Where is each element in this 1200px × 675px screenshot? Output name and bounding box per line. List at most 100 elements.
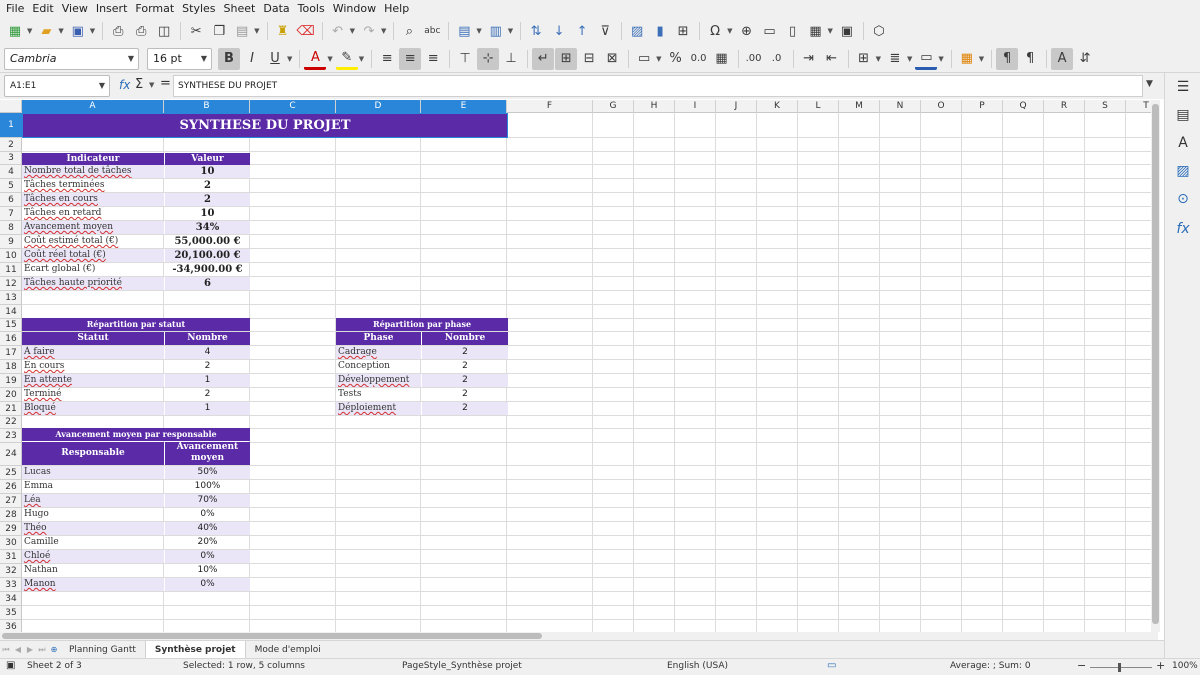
special-character-icon[interactable]: Ω <box>704 20 726 42</box>
undo-dropdown-icon[interactable]: ▼ <box>350 27 355 35</box>
properties-icon[interactable]: ▤ <box>1173 105 1193 125</box>
row-header-25[interactable]: 25 <box>0 466 22 480</box>
status-row-value[interactable]: 1 <box>165 374 250 387</box>
underline-dropdown-icon[interactable]: ▼ <box>287 55 292 63</box>
phase-row-value[interactable]: 2 <box>422 346 508 359</box>
spreadsheet-grid[interactable]: ABCDEFGHIJKLMNOPQRST 1 2 3 4 5 6 7 8 9 10 11 12 13 14… <box>0 100 1158 632</box>
menu-edit[interactable]: Edit <box>30 0 59 17</box>
formula-equals-icon[interactable]: = <box>160 76 171 91</box>
owner-row-label[interactable]: Nathan <box>22 564 164 577</box>
previous-sheet-icon[interactable]: ◀ <box>12 645 24 654</box>
owner-header-label[interactable]: Responsable <box>22 442 164 465</box>
summary-row-label[interactable]: Coût estimé total (€) <box>22 235 164 248</box>
print-icon[interactable]: ⎙ <box>130 20 152 42</box>
status-row-label[interactable]: À faire <box>22 346 164 359</box>
zoom-out-button[interactable]: − <box>1077 659 1086 672</box>
italic-button[interactable]: I <box>241 48 263 70</box>
border-color-icon[interactable]: ▭ <box>915 48 938 70</box>
spelling-icon[interactable]: abc <box>421 20 443 42</box>
owner-section-title[interactable]: Avancement moyen par responsable <box>22 428 250 441</box>
currency-format-icon[interactable]: ▭ <box>633 48 655 70</box>
row-header-9[interactable]: 9 <box>0 235 22 249</box>
menu-window[interactable]: Window <box>331 0 382 17</box>
status-header-value[interactable]: Nombre <box>165 332 250 345</box>
column-header-n[interactable]: N <box>880 100 921 113</box>
select-all-corner[interactable] <box>0 100 22 113</box>
comment-icon[interactable]: ▭ <box>759 20 781 42</box>
owner-row-value[interactable]: 20% <box>165 536 250 549</box>
owner-row-value[interactable]: 40% <box>165 522 250 535</box>
cut-icon[interactable]: ✂ <box>185 20 207 42</box>
owner-row-label[interactable]: Théo <box>22 522 164 535</box>
percent-format-button[interactable]: % <box>665 48 687 70</box>
summary-row-label[interactable]: Coût réel total (€) <box>22 249 164 262</box>
summary-row-value[interactable]: -34,900.00 € <box>165 263 250 276</box>
menu-help[interactable]: Help <box>382 0 415 17</box>
column-icon[interactable]: ▥ <box>485 20 507 42</box>
menu-format[interactable]: Format <box>133 0 180 17</box>
font-color-icon[interactable]: A <box>304 48 327 70</box>
formula-input[interactable]: SYNTHESE DU PROJET <box>173 75 1143 97</box>
row-header-26[interactable]: 26 <box>0 480 22 494</box>
align-center-icon[interactable]: ≡ <box>399 47 422 70</box>
number-format-button[interactable]: 0.0 <box>688 48 710 70</box>
define-print-area-icon[interactable]: ▦ <box>805 20 827 42</box>
first-sheet-icon[interactable]: ⏮ <box>0 645 12 655</box>
document-modified-icon[interactable]: ▣ <box>6 660 15 671</box>
status-row-label[interactable]: Bloqué <box>22 402 164 415</box>
summary-row-label[interactable]: Nombre total de tâches <box>22 165 164 178</box>
summary-row-label[interactable]: Avancement moyen <box>22 221 164 234</box>
autofilter-icon[interactable]: ⊽ <box>594 20 616 42</box>
summary-row-value[interactable]: 10 <box>165 207 250 220</box>
paste-dropdown-icon[interactable]: ▼ <box>254 27 259 35</box>
status-section-title[interactable]: Répartition par statut <box>22 318 250 331</box>
row-header-29[interactable]: 29 <box>0 522 22 536</box>
hyperlink-icon[interactable]: ⊕ <box>736 20 758 42</box>
owner-row-value[interactable]: 0% <box>165 508 250 521</box>
copy-icon[interactable]: ❐ <box>208 20 230 42</box>
phase-row-label[interactable]: Développement <box>336 374 421 387</box>
summary-row-value[interactable]: 2 <box>165 193 250 206</box>
row-header-14[interactable]: 14 <box>0 305 22 319</box>
status-row-label[interactable]: En attente <box>22 374 164 387</box>
insert-chart-icon[interactable]: ▮ <box>649 20 671 42</box>
save-dropdown-icon[interactable]: ▼ <box>90 27 95 35</box>
tab-synthese-projet[interactable]: Synthèse projet <box>144 640 246 659</box>
row-header-21[interactable]: 21 <box>0 402 22 416</box>
highlight-color-icon[interactable]: ✎ <box>335 48 358 70</box>
owner-row-label[interactable]: Camille <box>22 536 164 549</box>
save-icon[interactable]: ▣ <box>67 20 89 42</box>
tab-mode-emploi[interactable]: Mode d'emploi <box>246 641 330 659</box>
special-character-dropdown-icon[interactable]: ▼ <box>727 27 732 35</box>
column-header-s[interactable]: S <box>1085 100 1126 113</box>
row-header-20[interactable]: 20 <box>0 388 22 402</box>
row-icon[interactable]: ▤ <box>453 20 475 42</box>
font-name-combo[interactable]: Cambria ▼ <box>4 47 139 70</box>
row-header-36[interactable]: 36 <box>0 620 22 632</box>
row-header-15[interactable]: 15 <box>0 319 22 332</box>
find-replace-icon[interactable]: ⌕ <box>398 20 420 42</box>
summary-row-value[interactable]: 34% <box>165 221 250 234</box>
owner-row-label[interactable]: Emma <box>22 480 164 493</box>
zoom-in-button[interactable]: + <box>1156 659 1165 672</box>
row-header-19[interactable]: 19 <box>0 374 22 388</box>
zoom-slider[interactable] <box>1090 667 1152 668</box>
column-header-r[interactable]: R <box>1044 100 1085 113</box>
last-sheet-icon[interactable]: ⏭ <box>36 645 48 655</box>
export-pdf-icon[interactable]: ⎙ <box>107 20 129 42</box>
border-style-dropdown-icon[interactable]: ▼ <box>907 55 912 63</box>
horizontal-scrollbar[interactable] <box>0 632 1158 640</box>
merge-cells-icon[interactable]: ⊟ <box>578 48 600 70</box>
hamburger-menu-icon[interactable]: ☰ <box>1173 77 1193 97</box>
column-header-f[interactable]: F <box>507 100 593 113</box>
row-header-3[interactable]: 3 <box>0 152 22 165</box>
summary-row-value[interactable]: 55,000.00 € <box>165 235 250 248</box>
horizontal-scroll-thumb[interactable] <box>2 633 542 639</box>
menu-sheet[interactable]: Sheet <box>222 0 262 17</box>
menu-view[interactable]: View <box>60 0 94 17</box>
align-middle-icon[interactable]: ⊹ <box>477 47 500 70</box>
tab-planning-gantt[interactable]: Planning Gantt <box>60 641 145 659</box>
row-dropdown-icon[interactable]: ▼ <box>476 27 481 35</box>
status-row-label[interactable]: En cours <box>22 360 164 373</box>
row-header-10[interactable]: 10 <box>0 249 22 263</box>
